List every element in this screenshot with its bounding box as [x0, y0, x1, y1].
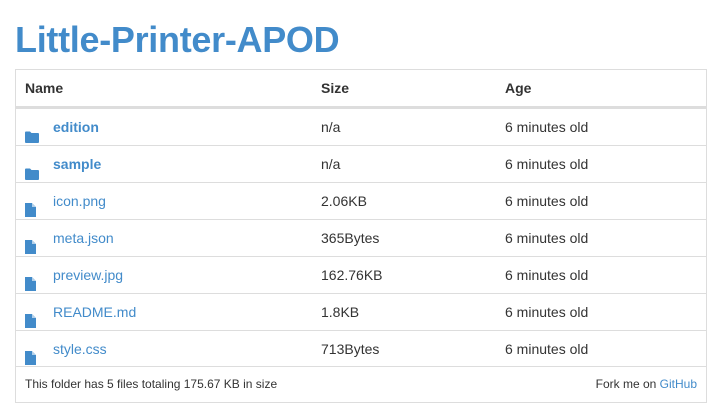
table-row: README.md 1.8KB 6 minutes old [16, 293, 706, 330]
file-name-link[interactable]: preview.jpg [53, 257, 123, 293]
file-age: 6 minutes old [505, 341, 589, 357]
table-row: meta.json 365Bytes 6 minutes old [16, 219, 706, 256]
file-name-link[interactable]: meta.json [53, 220, 114, 256]
file-name-link[interactable]: sample [53, 146, 101, 182]
file-name-link[interactable]: icon.png [53, 183, 106, 219]
file-size: 2.06KB [321, 193, 367, 209]
file-age: 6 minutes old [505, 230, 589, 246]
table-row: sample n/a 6 minutes old [16, 145, 706, 182]
file-size: 365Bytes [321, 230, 380, 246]
file-age: 6 minutes old [505, 156, 589, 172]
table-footer: This folder has 5 files totaling 175.67 … [16, 366, 706, 403]
column-header-name[interactable]: Name [25, 70, 63, 107]
table-header-row: Name Size Age [16, 70, 706, 108]
file-name-link[interactable]: edition [53, 109, 99, 145]
table-row: icon.png 2.06KB 6 minutes old [16, 182, 706, 219]
page-title: Little-Printer-APOD [15, 19, 340, 60]
file-age: 6 minutes old [505, 267, 589, 283]
table-row: style.css 713Bytes 6 minutes old [16, 330, 706, 367]
file-age: 6 minutes old [505, 193, 589, 209]
table-row: edition n/a 6 minutes old [16, 108, 706, 145]
table-row: preview.jpg 162.76KB 6 minutes old [16, 256, 706, 293]
file-size: 1.8KB [321, 304, 360, 320]
file-age: 6 minutes old [505, 119, 589, 135]
column-header-size[interactable]: Size [321, 70, 349, 107]
folder-summary: This folder has 5 files totaling 175.67 … [25, 377, 278, 391]
file-size: n/a [321, 156, 341, 172]
file-size: 162.76KB [321, 267, 383, 283]
github-link[interactable]: GitHub [660, 377, 697, 391]
fork-notice: Fork me on GitHub [596, 367, 697, 401]
file-name-link[interactable]: style.css [53, 331, 107, 367]
file-listing-table: Name Size Age edition n/a 6 minutes old … [15, 69, 707, 403]
file-size: n/a [321, 119, 341, 135]
file-name-link[interactable]: README.md [53, 294, 136, 330]
column-header-age[interactable]: Age [505, 70, 531, 107]
fork-prefix: Fork me on [595, 377, 657, 391]
file-age: 6 minutes old [505, 304, 589, 320]
file-size: 713Bytes [321, 341, 380, 357]
